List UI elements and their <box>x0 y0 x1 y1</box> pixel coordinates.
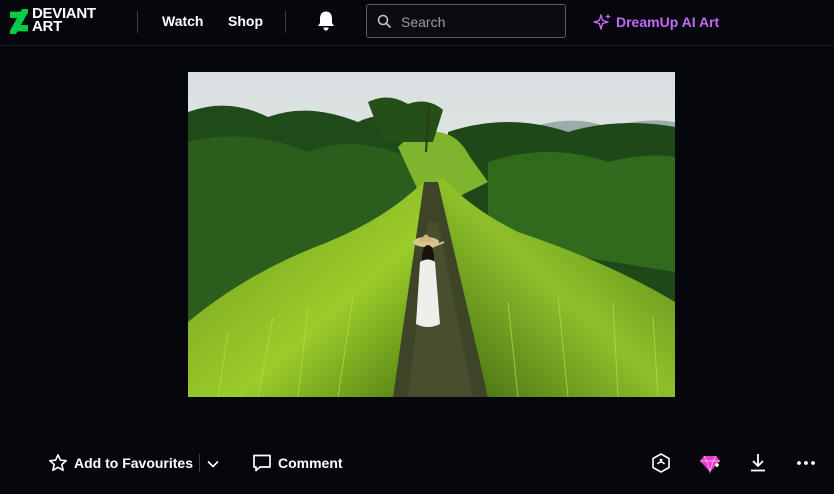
top-navigation-bar: DEVIANT ART Watch Shop DreamUp AI Art <box>0 0 834 46</box>
bell-icon[interactable] <box>316 10 336 32</box>
badge-icon[interactable] <box>650 452 672 474</box>
dreamup-label: DreamUp AI Art <box>616 14 720 30</box>
artwork-image[interactable] <box>188 72 675 397</box>
search-box <box>366 4 566 39</box>
nav-watch[interactable]: Watch <box>162 13 203 29</box>
add-to-favourites-button[interactable]: Add to Favourites <box>48 452 193 474</box>
logo-wordmark: DEVIANT ART <box>32 6 96 34</box>
gem-icon[interactable] <box>699 452 721 474</box>
more-dots-icon[interactable] <box>795 452 817 474</box>
favourite-label: Add to Favourites <box>74 455 194 471</box>
artwork-action-bar: Add to Favourites Comment <box>0 440 834 486</box>
download-icon[interactable] <box>747 452 769 474</box>
nav-divider <box>285 11 286 33</box>
dreamup-ai-art-button[interactable]: DreamUp AI Art <box>592 12 719 32</box>
nav-divider <box>137 11 138 33</box>
artwork-landscape <box>188 72 675 397</box>
sparkle-icon <box>593 13 611 30</box>
search-icon <box>377 14 392 29</box>
deviantart-logo-icon <box>10 9 28 34</box>
star-icon <box>49 454 67 472</box>
favourite-divider <box>199 454 200 472</box>
nav-shop[interactable]: Shop <box>228 13 263 29</box>
chevron-down-icon[interactable] <box>205 456 221 472</box>
comment-label: Comment <box>278 455 343 471</box>
comment-button[interactable]: Comment <box>252 452 343 474</box>
comment-bubble-icon <box>253 454 271 472</box>
deviantart-logo[interactable]: DEVIANT ART <box>10 6 114 36</box>
search-input[interactable] <box>399 5 563 39</box>
